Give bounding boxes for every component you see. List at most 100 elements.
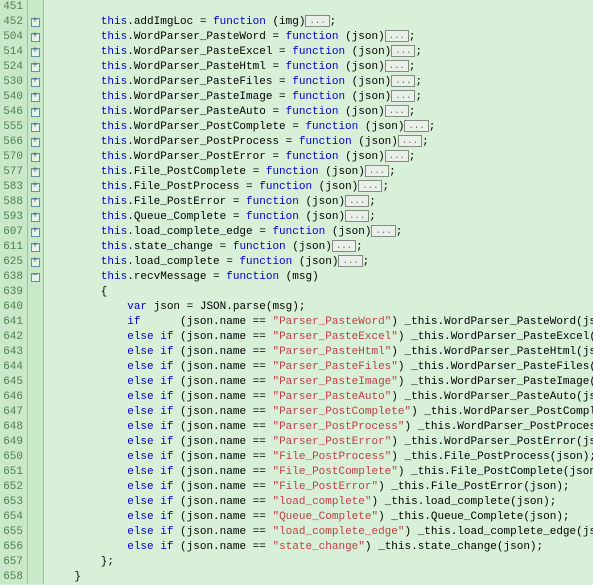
code-line[interactable]: else if (json.name == "Parser_PostError"… <box>48 435 593 450</box>
expand-icon[interactable] <box>31 183 40 192</box>
expand-icon[interactable] <box>31 63 40 72</box>
code-line[interactable]: else if (json.name == "Parser_PasteAuto"… <box>48 390 593 405</box>
fold-slot <box>28 105 43 120</box>
code-line[interactable]: this.File_PostProcess = function (json).… <box>48 180 593 195</box>
code-line[interactable]: this.WordParser_PasteHtml = function (js… <box>48 60 593 75</box>
code-line[interactable]: else if (json.name == "File_PostProcess"… <box>48 450 593 465</box>
fold-slot <box>28 120 43 135</box>
code-line[interactable]: this.WordParser_PasteImage = function (j… <box>48 90 593 105</box>
expand-icon[interactable] <box>31 108 40 117</box>
expand-icon[interactable] <box>31 123 40 132</box>
code-line[interactable]: } <box>48 570 593 584</box>
code-line[interactable]: this.WordParser_PasteExcel = function (j… <box>48 45 593 60</box>
expand-icon[interactable] <box>31 243 40 252</box>
code-line[interactable]: this.WordParser_PostComplete = function … <box>48 120 593 135</box>
collapsed-region[interactable]: ... <box>404 120 428 132</box>
line-number: 540 <box>0 90 23 105</box>
code-line[interactable] <box>48 0 593 15</box>
expand-icon[interactable] <box>31 78 40 87</box>
fold-slot <box>28 390 43 405</box>
code-line[interactable]: else if (json.name == "Parser_PasteHtml"… <box>48 345 593 360</box>
collapsed-region[interactable]: ... <box>365 165 389 177</box>
code-line[interactable]: else if (json.name == "Parser_PostProces… <box>48 420 593 435</box>
fold-slot <box>28 435 43 450</box>
code-line[interactable]: else if (json.name == "load_complete") _… <box>48 495 593 510</box>
code-line[interactable]: this.File_PostComplete = function (json)… <box>48 165 593 180</box>
code-line[interactable]: }; <box>48 555 593 570</box>
collapsed-region[interactable]: ... <box>345 195 369 207</box>
line-number: 577 <box>0 165 23 180</box>
code-line[interactable]: this.WordParser_PasteWord = function (js… <box>48 30 593 45</box>
collapsed-region[interactable]: ... <box>385 30 409 42</box>
expand-icon[interactable] <box>31 213 40 222</box>
expand-icon[interactable] <box>31 258 40 267</box>
fold-slot <box>28 570 43 585</box>
collapsed-region[interactable]: ... <box>385 60 409 72</box>
expand-icon[interactable] <box>31 228 40 237</box>
line-number: 641 <box>0 315 23 330</box>
line-number: 451 <box>0 0 23 15</box>
code-line[interactable]: this.File_PostError = function (json)...… <box>48 195 593 210</box>
line-number: 647 <box>0 405 23 420</box>
code-line[interactable]: else if (json.name == "load_complete_edg… <box>48 525 593 540</box>
expand-icon[interactable] <box>31 168 40 177</box>
collapse-icon[interactable] <box>31 273 40 282</box>
collapsed-region[interactable]: ... <box>338 255 362 267</box>
collapsed-region[interactable]: ... <box>332 240 356 252</box>
collapsed-region[interactable]: ... <box>391 45 415 57</box>
fold-slot <box>28 285 43 300</box>
code-line[interactable]: else if (json.name == "Parser_PostComple… <box>48 405 593 420</box>
expand-icon[interactable] <box>31 198 40 207</box>
code-line[interactable]: var json = JSON.parse(msg); <box>48 300 593 315</box>
code-line[interactable]: else if (json.name == "Parser_PasteFiles… <box>48 360 593 375</box>
line-number: 652 <box>0 480 23 495</box>
line-number: 530 <box>0 75 23 90</box>
code-line[interactable]: else if (json.name == "File_PostError") … <box>48 480 593 495</box>
code-line[interactable]: this.load_complete_edge = function (json… <box>48 225 593 240</box>
collapsed-region[interactable]: ... <box>391 75 415 87</box>
code-line[interactable]: this.WordParser_PasteFiles = function (j… <box>48 75 593 90</box>
expand-icon[interactable] <box>31 18 40 27</box>
code-line[interactable]: this.WordParser_PostProcess = function (… <box>48 135 593 150</box>
collapsed-region[interactable]: ... <box>305 15 329 27</box>
collapsed-region[interactable]: ... <box>398 135 422 147</box>
code-line[interactable]: this.addImgLoc = function (img)...; <box>48 15 593 30</box>
expand-icon[interactable] <box>31 153 40 162</box>
collapsed-region[interactable]: ... <box>391 90 415 102</box>
code-editor[interactable]: 4514525045145245305405465555665705775835… <box>0 0 593 584</box>
code-line[interactable]: this.recvMessage = function (msg) <box>48 270 593 285</box>
fold-slot <box>28 150 43 165</box>
expand-icon[interactable] <box>31 48 40 57</box>
code-line[interactable]: this.Queue_Complete = function (json)...… <box>48 210 593 225</box>
line-number: 514 <box>0 45 23 60</box>
code-line[interactable]: if (json.name == "Parser_PasteWord") _th… <box>48 315 593 330</box>
expand-icon[interactable] <box>31 33 40 42</box>
line-number: 651 <box>0 465 23 480</box>
line-number: 648 <box>0 420 23 435</box>
line-number: 646 <box>0 390 23 405</box>
code-line[interactable]: else if (json.name == "state_change") _t… <box>48 540 593 555</box>
collapsed-region[interactable]: ... <box>358 180 382 192</box>
code-line[interactable]: this.WordParser_PasteAuto = function (js… <box>48 105 593 120</box>
collapsed-region[interactable]: ... <box>385 105 409 117</box>
line-number: 593 <box>0 210 23 225</box>
fold-slot <box>28 135 43 150</box>
code-line[interactable]: else if (json.name == "File_PostComplete… <box>48 465 593 480</box>
collapsed-region[interactable]: ... <box>385 150 409 162</box>
collapsed-region[interactable]: ... <box>345 210 369 222</box>
code-area[interactable]: this.addImgLoc = function (img)...; this… <box>44 0 593 584</box>
code-line[interactable]: this.state_change = function (json)...; <box>48 240 593 255</box>
code-line[interactable]: else if (json.name == "Parser_PasteImage… <box>48 375 593 390</box>
expand-icon[interactable] <box>31 93 40 102</box>
line-number: 607 <box>0 225 23 240</box>
collapsed-region[interactable]: ... <box>371 225 395 237</box>
expand-icon[interactable] <box>31 138 40 147</box>
code-line[interactable]: this.WordParser_PostError = function (js… <box>48 150 593 165</box>
fold-slot <box>28 495 43 510</box>
code-line[interactable]: this.load_complete = function (json)...; <box>48 255 593 270</box>
code-line[interactable]: else if (json.name == "Parser_PasteExcel… <box>48 330 593 345</box>
code-line[interactable]: { <box>48 285 593 300</box>
code-line[interactable]: else if (json.name == "Queue_Complete") … <box>48 510 593 525</box>
line-number: 643 <box>0 345 23 360</box>
line-number: 644 <box>0 360 23 375</box>
